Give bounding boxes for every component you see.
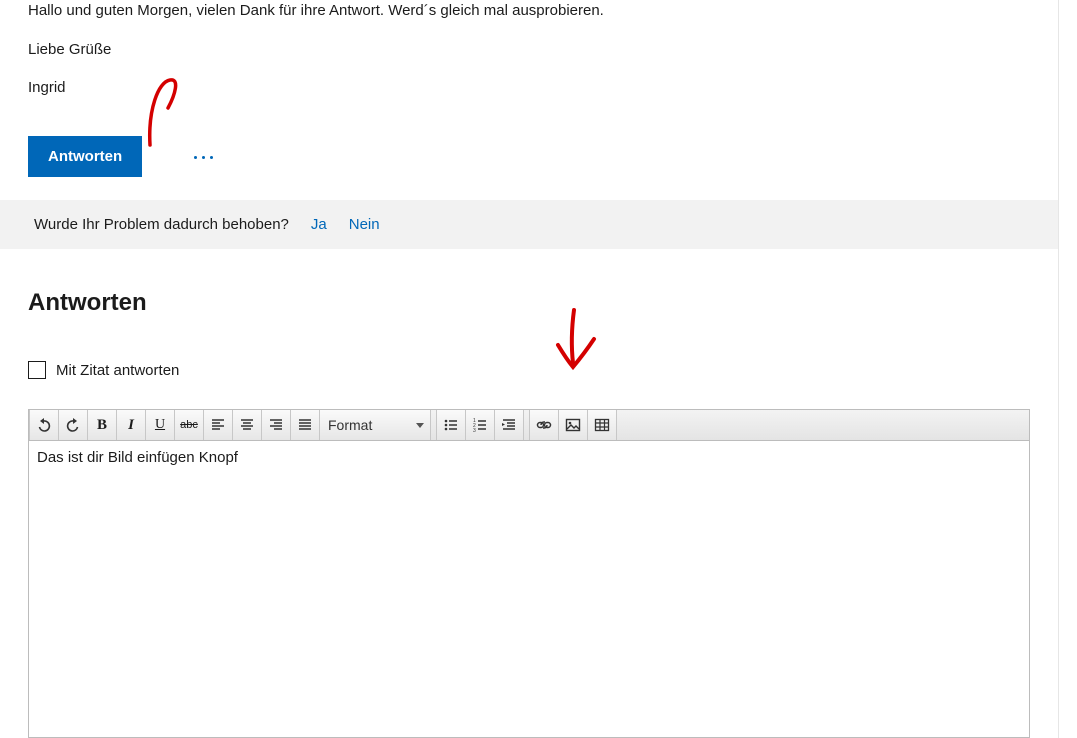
underline-icon: U (155, 417, 165, 433)
feedback-question: Wurde Ihr Problem dadurch behoben? (34, 216, 289, 233)
italic-icon: I (128, 417, 134, 434)
strikethrough-button[interactable]: abc (175, 410, 204, 440)
link-button[interactable] (530, 410, 559, 440)
align-left-button[interactable] (204, 410, 233, 440)
align-right-button[interactable] (262, 410, 291, 440)
ordered-list-button[interactable]: 123 (466, 410, 495, 440)
undo-button[interactable] (29, 410, 59, 440)
align-center-icon (239, 417, 255, 433)
post-line-1: Hallo und guten Morgen, vielen Dank für … (28, 0, 1058, 22)
align-right-icon (268, 417, 284, 433)
table-icon (594, 417, 610, 433)
chevron-down-icon (416, 423, 424, 428)
underline-button[interactable]: U (146, 410, 175, 440)
format-dropdown-label: Format (328, 417, 372, 433)
italic-button[interactable]: I (117, 410, 146, 440)
indent-icon (501, 417, 517, 433)
insert-image-button[interactable] (559, 410, 588, 440)
editor-textarea[interactable]: Das ist dir Bild einfügen Knopf (29, 441, 1029, 737)
unordered-list-button[interactable] (437, 410, 466, 440)
image-icon (565, 417, 581, 433)
format-dropdown[interactable]: Format (320, 410, 431, 440)
quote-checkbox[interactable] (28, 361, 46, 379)
post-signature-2: Ingrid (28, 78, 1058, 98)
feedback-no-link[interactable]: Nein (349, 216, 380, 233)
unordered-list-icon (443, 417, 459, 433)
post-signature-1: Liebe Grüße (28, 40, 1058, 60)
indent-button[interactable] (495, 410, 524, 440)
align-justify-icon (297, 417, 313, 433)
bold-icon: B (97, 417, 107, 434)
redo-button[interactable] (59, 410, 88, 440)
post-content: Hallo und guten Morgen, vielen Dank für … (28, 0, 1058, 98)
reply-button[interactable]: Antworten (28, 136, 142, 177)
more-actions-button[interactable] (194, 156, 213, 159)
reply-heading: Antworten (28, 289, 1030, 317)
quote-checkbox-label: Mit Zitat antworten (56, 362, 179, 379)
align-center-button[interactable] (233, 410, 262, 440)
ordered-list-icon: 123 (472, 417, 488, 433)
strikethrough-icon: abc (180, 419, 198, 431)
redo-icon (65, 417, 81, 433)
undo-icon (36, 417, 52, 433)
align-left-icon (210, 417, 226, 433)
link-icon (536, 417, 552, 433)
feedback-yes-link[interactable]: Ja (311, 216, 327, 233)
editor-toolbar: B I U abc Format (29, 410, 1029, 441)
feedback-bar: Wurde Ihr Problem dadurch behoben? Ja Ne… (0, 199, 1058, 249)
svg-text:3: 3 (473, 428, 476, 433)
rich-text-editor: B I U abc Format (28, 409, 1030, 738)
align-justify-button[interactable] (291, 410, 320, 440)
insert-table-button[interactable] (588, 410, 617, 440)
bold-button[interactable]: B (88, 410, 117, 440)
